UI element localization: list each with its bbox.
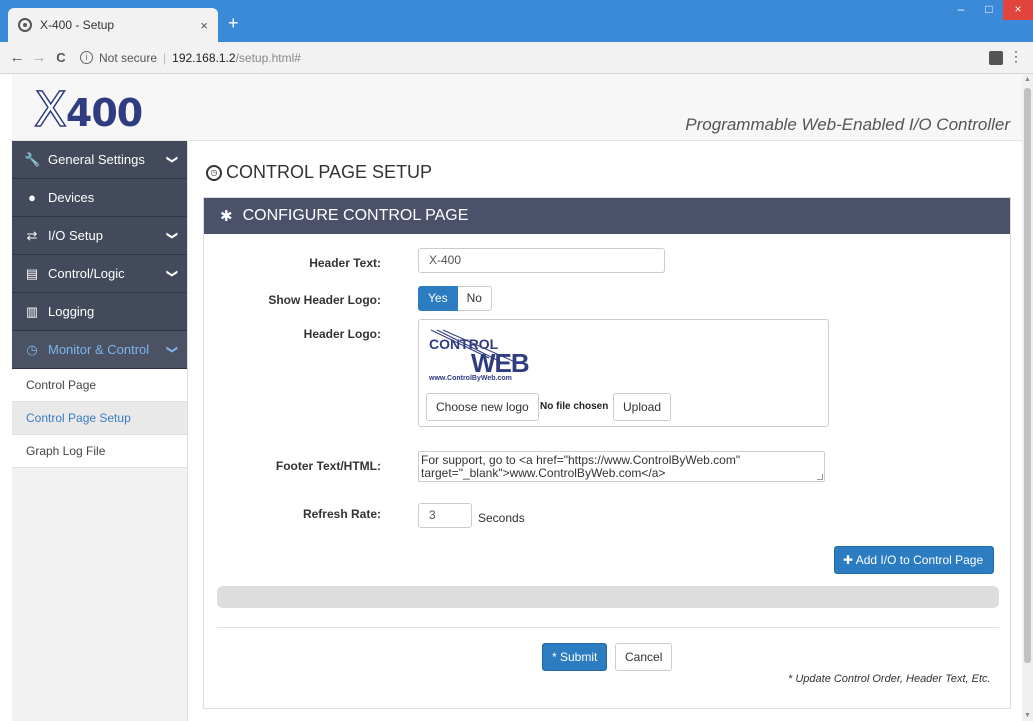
sidebar-item-label: Monitor & Control bbox=[48, 342, 150, 357]
page-title-text: CONTROL PAGE SETUP bbox=[226, 162, 433, 182]
subnav-control-page-setup[interactable]: Control Page Setup bbox=[12, 402, 187, 435]
dashboard-icon: ◷ bbox=[26, 341, 38, 357]
chevron-down-icon: ❯ bbox=[165, 344, 178, 355]
sidebar-item-general-settings[interactable]: 🔧 General Settings ❯ bbox=[12, 141, 187, 179]
resize-handle-icon[interactable] bbox=[817, 474, 823, 480]
panel-title: CONFIGURE CONTROL PAGE bbox=[242, 207, 469, 224]
profile-icon[interactable] bbox=[989, 51, 1003, 65]
footer-textarea[interactable]: For support, go to <a href="https://www.… bbox=[418, 451, 825, 482]
url-separator: | bbox=[163, 50, 167, 65]
site-favicon-icon bbox=[18, 18, 32, 32]
bar-chart-icon: ▥ bbox=[25, 303, 39, 319]
no-file-label: No file chosen bbox=[540, 401, 609, 412]
close-window-button[interactable]: × bbox=[1003, 0, 1033, 20]
page-scrollbar[interactable]: ▲ ▼ bbox=[1022, 74, 1033, 721]
status-bar bbox=[217, 586, 999, 608]
cbw-url-text: www.ControlByWeb.com bbox=[429, 375, 512, 382]
chevron-down-icon: ❯ bbox=[165, 154, 178, 165]
reload-button[interactable]: C bbox=[50, 50, 72, 65]
dashboard-icon: ◷ bbox=[206, 164, 222, 181]
page: X400 Programmable Web-Enabled I/O Contro… bbox=[12, 74, 1022, 721]
add-io-button[interactable]: ✚ Add I/O to Control Page bbox=[834, 546, 995, 574]
cancel-button[interactable]: Cancel bbox=[615, 643, 673, 671]
scroll-up-icon[interactable]: ▲ bbox=[1022, 76, 1033, 83]
refresh-rate-unit: Seconds bbox=[478, 511, 525, 525]
new-tab-button[interactable]: + bbox=[228, 14, 239, 32]
scroll-thumb[interactable] bbox=[1024, 88, 1031, 663]
sidebar-item-control-logic[interactable]: ▤ Control/Logic ❯ bbox=[12, 255, 187, 293]
controlbyweb-logo: CONTROL WEB www.ControlByWeb.com bbox=[429, 328, 555, 386]
subnav-graph-log-file[interactable]: Graph Log File bbox=[12, 435, 187, 468]
header-text-input[interactable]: X-400 bbox=[418, 248, 665, 273]
browser-tab[interactable]: X-400 - Setup × bbox=[8, 8, 218, 42]
add-io-label: Add I/O to Control Page bbox=[855, 553, 984, 567]
footer-line-2: target="_blank">www.ControlByWeb.com</a> bbox=[421, 466, 666, 480]
browser-titlebar: X-400 - Setup × + – □ × bbox=[0, 0, 1033, 42]
show-logo-toggle: Yes No bbox=[418, 286, 492, 311]
sidebar: 🔧 General Settings ❯ ● Devices ⇄ I/O Set… bbox=[12, 141, 188, 721]
address-bar: ← → C i Not secure | 192.168.1.2/setup.h… bbox=[0, 42, 1033, 74]
url-path: /setup.html# bbox=[235, 50, 301, 65]
subnav-control-page[interactable]: Control Page bbox=[12, 369, 187, 402]
x400-logo: X400 bbox=[33, 81, 143, 139]
not-secure-label: Not secure bbox=[99, 50, 158, 65]
sidebar-item-label: Logging bbox=[48, 304, 95, 319]
sidebar-item-label: General Settings bbox=[48, 152, 145, 167]
footer-label: Footer Text/HTML: bbox=[275, 459, 381, 473]
scroll-down-icon[interactable]: ▼ bbox=[1022, 712, 1033, 719]
info-icon[interactable]: i bbox=[80, 51, 93, 64]
footnote: * Update Control Order, Header Text, Etc… bbox=[788, 673, 991, 685]
panel-header: ✱ CONFIGURE CONTROL PAGE bbox=[204, 198, 1010, 234]
window-controls: – □ × bbox=[947, 0, 1033, 20]
back-button[interactable]: ← bbox=[6, 49, 28, 66]
page-header: X400 Programmable Web-Enabled I/O Contro… bbox=[12, 74, 1022, 141]
swap-arrows-icon: ⇄ bbox=[26, 227, 38, 243]
chevron-down-icon: ❯ bbox=[165, 230, 178, 241]
show-logo-yes-button[interactable]: Yes bbox=[418, 286, 458, 311]
header-logo-label: Header Logo: bbox=[303, 327, 381, 341]
sidebar-item-io-setup[interactable]: ⇄ I/O Setup ❯ bbox=[12, 217, 187, 255]
server-icon: ▤ bbox=[25, 265, 39, 281]
sidebar-item-label: Devices bbox=[48, 190, 95, 205]
forward-button[interactable]: → bbox=[28, 49, 50, 66]
wrench-icon: 🔧 bbox=[24, 151, 41, 167]
configure-panel: ✱ CONFIGURE CONTROL PAGE Header Text: X-… bbox=[203, 197, 1011, 709]
header-text-label: Header Text: bbox=[309, 256, 381, 270]
header-logo-box: CONTROL WEB www.ControlByWeb.com Choose … bbox=[418, 319, 829, 427]
sidebar-item-label: I/O Setup bbox=[48, 228, 103, 243]
refresh-rate-label: Refresh Rate: bbox=[302, 507, 381, 521]
tagline: Programmable Web-Enabled I/O Controller bbox=[685, 115, 1010, 134]
sidebar-item-logging[interactable]: ▥ Logging bbox=[12, 293, 187, 331]
url-host: 192.168.1.2 bbox=[172, 50, 236, 65]
show-logo-no-button[interactable]: No bbox=[457, 286, 492, 311]
sidebar-item-monitor-control[interactable]: ◷ Monitor & Control ❯ bbox=[12, 331, 187, 369]
browser-menu-icon[interactable]: ⋮ bbox=[1009, 48, 1023, 65]
show-logo-label: Show Header Logo: bbox=[268, 293, 381, 307]
upload-button[interactable]: Upload bbox=[613, 393, 672, 421]
minimize-button[interactable]: – bbox=[947, 0, 975, 20]
gear-icon: ✱ bbox=[220, 208, 233, 225]
page-title: ◷ CONTROL PAGE SETUP bbox=[206, 162, 432, 183]
url-field[interactable]: i Not secure | 192.168.1.2/setup.html# bbox=[80, 51, 301, 65]
globe-icon: ● bbox=[28, 190, 36, 205]
tab-close-icon[interactable]: × bbox=[200, 18, 208, 33]
sidebar-item-devices[interactable]: ● Devices bbox=[12, 179, 187, 217]
divider bbox=[217, 627, 999, 628]
choose-logo-button[interactable]: Choose new logo bbox=[426, 393, 539, 421]
tab-title: X-400 - Setup bbox=[40, 18, 115, 32]
refresh-rate-input[interactable]: 3 bbox=[418, 503, 472, 528]
sidebar-item-label: Control/Logic bbox=[48, 266, 125, 281]
plus-icon: ✚ bbox=[843, 553, 856, 567]
maximize-button[interactable]: □ bbox=[975, 0, 1003, 20]
chevron-down-icon: ❯ bbox=[165, 268, 178, 279]
submit-button[interactable]: * Submit bbox=[542, 643, 608, 671]
